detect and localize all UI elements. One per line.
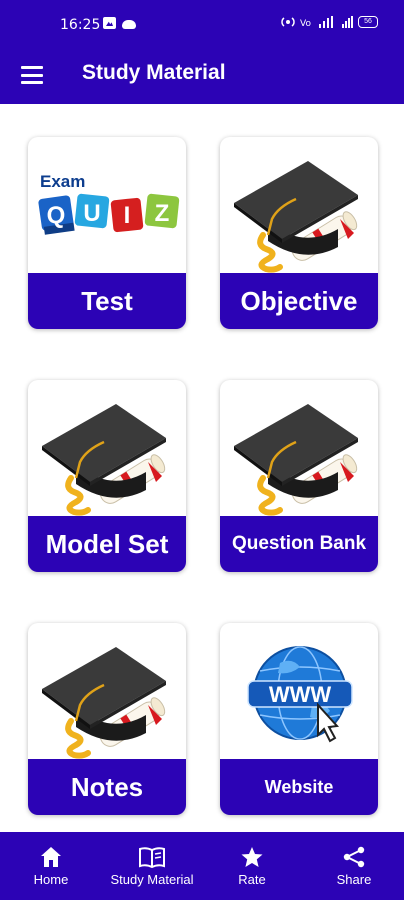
nav-study-material[interactable]: Study Material <box>102 832 202 900</box>
website-label: Website <box>220 759 378 815</box>
test-label: Test <box>28 273 186 329</box>
book-icon <box>139 847 165 868</box>
app-bar: Study Material <box>0 50 404 104</box>
quiz-letter: Z <box>155 200 170 227</box>
graduation-cap-icon <box>28 380 186 516</box>
nav-share-label: Share <box>336 872 372 887</box>
model-set-label: Model Set <box>28 516 186 572</box>
quiz-letter: U <box>83 200 100 227</box>
objective-label: Objective <box>220 273 378 329</box>
quiz-letter: I <box>124 202 131 229</box>
signal-icon <box>342 16 353 28</box>
nav-study-material-label: Study Material <box>110 872 194 887</box>
quiz-letter: Q <box>47 202 66 229</box>
nav-rate-label: Rate <box>238 872 266 887</box>
home-icon <box>41 847 61 867</box>
model-set-card[interactable]: Model Set <box>28 380 186 572</box>
wifi-signal-icon <box>319 16 333 28</box>
menu-icon[interactable] <box>20 64 44 86</box>
svg-text:Vo: Vo <box>300 19 311 28</box>
star-icon <box>241 847 263 867</box>
status-bar: 16:25 Vo 56 <box>0 0 404 50</box>
question-bank-label: Question Bank <box>220 516 378 572</box>
nav-home-label: Home <box>33 872 69 887</box>
website-card[interactable]: WWW Website <box>220 623 378 815</box>
nav-rate[interactable]: Rate <box>230 832 274 900</box>
gallery-icon <box>103 17 116 29</box>
graduation-cap-icon <box>220 137 378 273</box>
share-icon <box>343 846 365 868</box>
www-globe-icon: WWW <box>247 646 353 743</box>
notes-label: Notes <box>28 759 186 815</box>
status-time: 16:25 <box>60 17 101 33</box>
www-text: WWW <box>269 682 332 707</box>
hotspot-icon <box>281 17 295 27</box>
objective-card[interactable]: Objective <box>220 137 378 329</box>
question-bank-card[interactable]: Question Bank <box>220 380 378 572</box>
exam-quiz-icon: Exam Q U I Z <box>38 172 180 235</box>
test-card[interactable]: Exam Q U I Z Test <box>28 137 186 329</box>
exam-text: Exam <box>40 172 85 191</box>
notes-card[interactable]: Notes <box>28 623 186 815</box>
bottom-nav: Home Study Material Rate Share <box>0 832 404 900</box>
nav-share[interactable]: Share <box>330 832 378 900</box>
volte-icon: Vo <box>300 19 311 28</box>
cloud-icon <box>122 19 136 29</box>
battery-icon: 56 <box>358 16 378 28</box>
page-title: Study Material <box>82 61 226 84</box>
graduation-cap-icon <box>220 380 378 516</box>
card-grid: Exam Q U I Z Test Objective Model Set Qu… <box>0 104 404 832</box>
nav-home[interactable]: Home <box>24 832 78 900</box>
graduation-cap-icon <box>28 623 186 759</box>
